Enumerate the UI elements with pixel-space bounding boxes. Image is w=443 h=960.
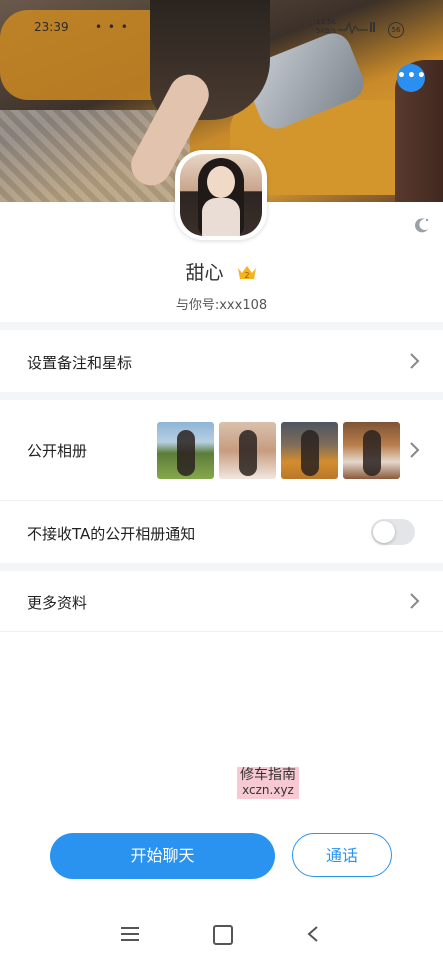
watermark-url: xczn.xyz — [242, 783, 294, 797]
more-info-label: 更多资料 — [27, 594, 88, 612]
chevron-right-icon — [410, 442, 420, 458]
row-divider — [0, 631, 443, 632]
watermark: 修车指南 xczn.xyz — [237, 767, 299, 799]
section-divider — [0, 322, 443, 330]
avatar — [180, 154, 262, 236]
thumbnail-figure — [177, 430, 195, 476]
avatar-frame[interactable] — [175, 150, 267, 240]
avatar-face — [207, 166, 235, 198]
moon-icon[interactable] — [413, 216, 431, 234]
back-icon[interactable] — [306, 925, 320, 943]
album-thumbnail[interactable] — [281, 422, 338, 479]
more-options-button[interactable]: ••• — [397, 64, 427, 92]
status-notification-dots: • • • — [95, 20, 129, 34]
crown-icon: 2 — [237, 265, 256, 280]
thumbnail-figure — [301, 430, 319, 476]
watermark-title: 修车指南 — [240, 767, 296, 783]
system-navigation-bar — [0, 910, 443, 960]
more-info-row[interactable]: 更多资料 — [0, 571, 443, 631]
profile-id: 与你号:xxx108 — [175, 298, 268, 313]
album-thumbnail[interactable] — [219, 422, 276, 479]
thumbnail-figure — [363, 430, 381, 476]
start-chat-button[interactable]: 开始聊天 — [50, 833, 275, 879]
profile-name: 甜心 — [185, 262, 224, 284]
no-notify-label: 不接收TA的公开相册通知 — [27, 525, 196, 543]
home-icon[interactable] — [213, 925, 233, 945]
no-notify-toggle[interactable] — [371, 519, 415, 545]
album-thumbnails — [157, 422, 400, 479]
avatar-body — [202, 198, 240, 236]
menu-icon[interactable] — [121, 926, 139, 942]
album-thumbnail[interactable] — [343, 422, 400, 479]
toggle-knob — [373, 521, 395, 543]
album-thumbnail[interactable] — [157, 422, 214, 479]
level-number: 2 — [244, 271, 249, 280]
status-time: 23:39 — [34, 20, 69, 34]
profile-name-row: 甜心 2 — [0, 258, 443, 285]
status-network-speed: 13.5K 5KB/s — [316, 18, 337, 35]
album-label: 公开相册 — [27, 442, 88, 460]
chevron-right-icon — [410, 353, 420, 369]
section-divider — [0, 563, 443, 571]
signal-icon — [338, 21, 375, 34]
more-icon: ••• — [397, 68, 427, 84]
call-button[interactable]: 通话 — [292, 833, 392, 877]
remark-label: 设置备注和星标 — [27, 354, 133, 372]
section-divider — [0, 392, 443, 400]
thumbnail-figure — [239, 430, 257, 476]
chevron-right-icon — [410, 593, 420, 609]
remark-row[interactable]: 设置备注和星标 — [0, 330, 443, 392]
battery-indicator: 56 — [388, 22, 404, 38]
